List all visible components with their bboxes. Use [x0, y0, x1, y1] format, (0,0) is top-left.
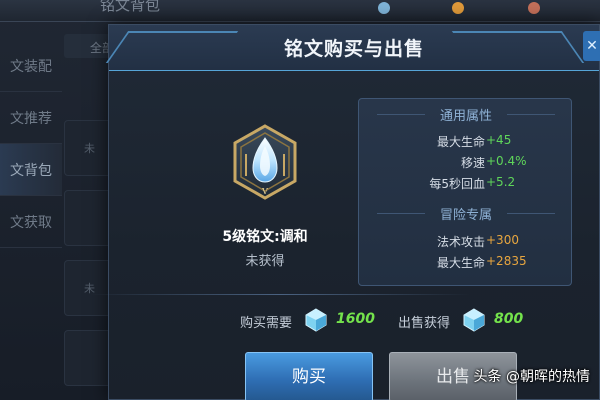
- sidebar-item-equip: 文装配: [0, 40, 62, 92]
- sell-price-label: 出售获得: [398, 316, 451, 331]
- currency-gold-icon: [452, 2, 464, 14]
- rune-status: 未获得: [245, 254, 285, 269]
- background-title: 铭文背包: [100, 0, 161, 14]
- attribute-value: +300: [486, 233, 519, 247]
- currency-gem-icon: [378, 2, 390, 14]
- dialog-header: 铭文购买与出售 ✕: [105, 25, 600, 71]
- rune-name: 5级铭文:调和: [222, 229, 308, 245]
- sell-price-value: 800: [494, 311, 524, 327]
- background-topbar: 铭文背包: [0, 0, 600, 22]
- attribute-label: 每5秒回血: [429, 177, 485, 191]
- attribute-row: 最大生命 +2835: [359, 254, 573, 272]
- attribute-panel: 通用属性 最大生命 +45 移速 +0.4% 每5秒回血 +5.2 冒险专属 法…: [358, 98, 572, 286]
- buy-price-value: 1600: [336, 311, 375, 327]
- attribute-value: +5.2: [486, 175, 516, 189]
- attribute-label: 最大生命: [436, 256, 485, 270]
- crystal-currency-icon: [463, 308, 485, 332]
- attribute-value: +45: [486, 133, 512, 147]
- attribute-row: 每5秒回血 +5.2: [359, 175, 573, 193]
- crystal-currency-icon: [305, 308, 327, 332]
- attribute-label: 法术攻击: [436, 235, 485, 249]
- close-icon[interactable]: ✕: [583, 31, 600, 61]
- buy-price-label: 购买需要: [240, 316, 293, 331]
- adventure-attributes-title: 冒险专属: [359, 204, 573, 223]
- attribute-value: +0.4%: [486, 154, 527, 168]
- attribute-label: 移速: [460, 156, 485, 170]
- currency-coupon-icon: [528, 2, 540, 14]
- rune-level-mark: V: [261, 187, 268, 196]
- sidebar-item-bag: 文背包: [0, 144, 62, 196]
- price-divider: [90, 294, 470, 295]
- sidebar-item-recommend: 文推荐: [0, 92, 62, 144]
- attribute-row: 最大生命 +45: [359, 133, 573, 151]
- attribute-row: 移速 +0.4%: [359, 154, 573, 172]
- watermark-text: 头条 @朝晖的热情: [473, 369, 590, 385]
- background-sidebar: 文装配 文推荐 文背包 文获取: [0, 40, 62, 400]
- attribute-label: 最大生命: [436, 135, 485, 149]
- attribute-row: 法术攻击 +300: [359, 233, 573, 251]
- background-card-label: 未: [84, 142, 95, 155]
- attribute-value: +2835: [486, 254, 527, 268]
- buy-button[interactable]: 购买: [245, 352, 373, 400]
- dialog-title: 铭文购买与出售: [283, 38, 424, 60]
- rune-emblem-icon: V: [233, 124, 297, 200]
- sidebar-item-obtain: 文获取: [0, 196, 62, 248]
- general-attributes-title: 通用属性: [359, 105, 573, 124]
